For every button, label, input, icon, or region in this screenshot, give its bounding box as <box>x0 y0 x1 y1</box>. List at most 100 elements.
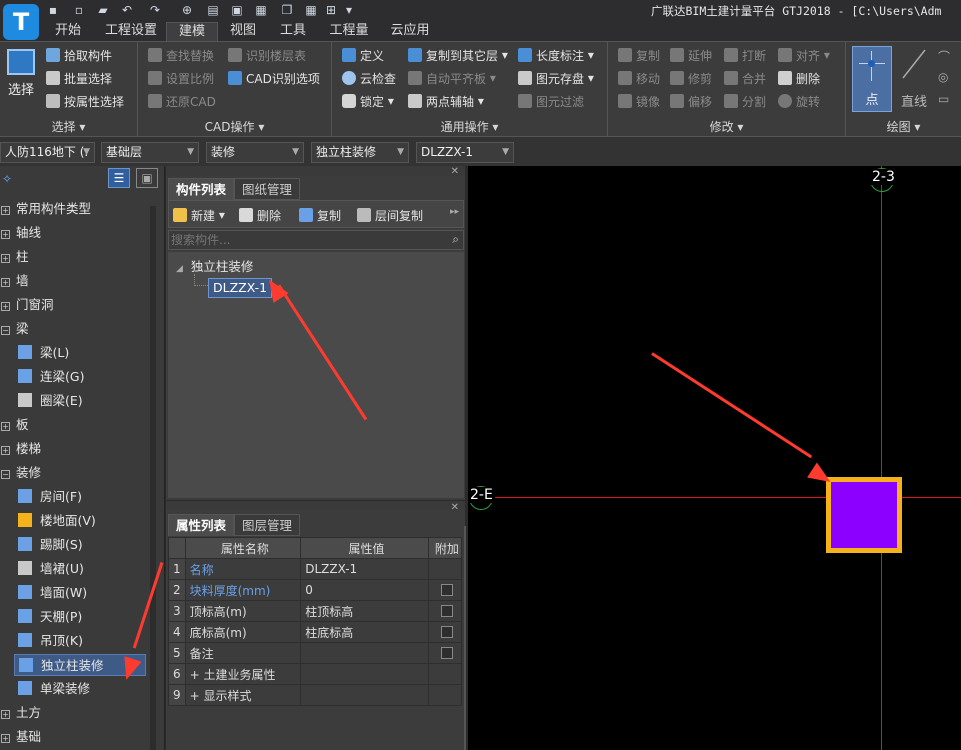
axis-line-vertical[interactable] <box>881 166 882 750</box>
save-icon[interactable]: ▪ <box>44 2 62 18</box>
extra-checkbox[interactable] <box>440 605 453 617</box>
tree-group[interactable]: + 土方 <box>0 702 150 724</box>
split-button[interactable]: 分割 <box>724 92 766 110</box>
tab-start[interactable]: 开始 <box>44 22 92 41</box>
customize-icon[interactable]: ▾ <box>340 2 358 18</box>
tree-item[interactable]: 墙裙(U) <box>14 558 150 580</box>
tab-layer-management[interactable]: 图层管理 <box>234 514 300 536</box>
property-row[interactable]: 1 名称 DLZZX-1 <box>168 558 463 580</box>
cad-recognition-options-button[interactable]: CAD识别选项 <box>228 69 320 87</box>
cad-icon[interactable]: ▣ <box>228 2 246 18</box>
grid-icon[interactable]: ▦ <box>252 2 270 18</box>
group-label-cad[interactable]: CAD操作 ▾ <box>138 118 331 135</box>
collapse-icon[interactable]: − <box>1 470 10 479</box>
draw-point-button[interactable]: 点 <box>852 46 892 112</box>
tab-property-list[interactable]: 属性列表 <box>168 514 234 536</box>
tree-group[interactable]: − 梁 <box>0 318 150 340</box>
new-component-button[interactable]: 新建 ▾ <box>173 206 225 224</box>
list-view-icon[interactable]: ☰ <box>108 168 130 188</box>
undo-icon[interactable]: ↶ <box>118 2 136 18</box>
offset-button[interactable]: 偏移 <box>670 92 712 110</box>
tree-group[interactable]: + 门窗洞 <box>0 294 150 316</box>
draw-line-button[interactable]: 直线 <box>896 46 932 112</box>
property-row[interactable]: 4 底标高(m) 柱底标高 <box>168 621 463 643</box>
cloud-check-button[interactable]: 云检查 <box>342 69 396 87</box>
tree-group[interactable]: + 楼梯 <box>0 438 150 460</box>
define-button[interactable]: 定义 <box>342 46 384 64</box>
collapse-icon[interactable]: − <box>1 326 10 335</box>
delete-button[interactable]: 删除 <box>778 69 820 87</box>
extra-checkbox[interactable] <box>440 626 453 638</box>
batch-select-button[interactable]: 批量选择 <box>46 69 112 87</box>
property-value[interactable]: 0 <box>300 579 429 601</box>
tab-view[interactable]: 视图 <box>222 22 264 41</box>
layer-icon[interactable]: ▤ <box>204 2 222 18</box>
polyline-icon[interactable]: ▭ <box>938 92 954 108</box>
pick-component-button[interactable]: 拾取构件 <box>46 46 112 64</box>
property-row[interactable]: 3 顶标高(m) 柱顶标高 <box>168 600 463 622</box>
recognize-floor-table-button[interactable]: 识别楼层表 <box>228 46 306 64</box>
pin-icon[interactable]: ✧ <box>2 172 12 186</box>
type-select[interactable]: 独立柱装修 ▼ <box>311 142 409 163</box>
tree-group[interactable]: + 墙 <box>0 270 150 292</box>
length-dimension-button[interactable]: 长度标注 ▾ <box>518 46 594 64</box>
restore-cad-button[interactable]: 还原CAD <box>148 92 216 110</box>
tree-item[interactable]: 梁(L) <box>14 342 150 364</box>
property-value[interactable] <box>300 642 429 664</box>
component-select[interactable]: DLZZX-1 ▼ <box>416 142 514 163</box>
tab-tools[interactable]: 工具 <box>272 22 314 41</box>
set-scale-button[interactable]: 设置比例 <box>148 69 214 87</box>
select-by-property-button[interactable]: 按属性选择 <box>46 92 124 110</box>
table-icon[interactable]: ▦ <box>302 2 320 18</box>
copy-button[interactable]: 复制 <box>618 46 660 64</box>
tree-view-icon[interactable]: ▣ <box>136 168 158 188</box>
component-tree-parent[interactable]: ◢ 独立柱装修 <box>176 256 253 275</box>
expand-icon[interactable]: + <box>1 446 10 455</box>
select-button[interactable]: 选择 <box>4 46 38 98</box>
tree-item[interactable]: 连梁(G) <box>14 366 150 388</box>
arc-icon[interactable]: ⌒ <box>938 48 954 64</box>
redo-icon[interactable]: ↷ <box>146 2 164 18</box>
expand-icon[interactable]: + <box>1 230 10 239</box>
group-label-select[interactable]: 选择 ▾ <box>0 118 137 135</box>
property-value[interactable]: 柱顶标高 <box>300 600 429 622</box>
property-value[interactable] <box>300 663 429 685</box>
extra-checkbox[interactable] <box>440 584 453 596</box>
property-row[interactable]: 9 + 显示样式 <box>168 684 463 706</box>
tab-drawing-management[interactable]: 图纸管理 <box>234 178 300 200</box>
tree-item[interactable]: 天棚(P) <box>14 606 150 628</box>
property-row[interactable]: 2 块料厚度(mm) 0 <box>168 579 463 601</box>
copy-icon[interactable]: ❐ <box>278 2 296 18</box>
tab-cloud[interactable]: 云应用 <box>386 22 434 41</box>
open-folder-icon[interactable]: ▰ <box>94 2 112 18</box>
tree-item[interactable]: 房间(F) <box>14 486 150 508</box>
drawing-canvas[interactable]: 2-3 2-E <box>468 166 961 750</box>
floor-select[interactable]: 人防116地下 (. ▼ <box>0 142 95 163</box>
property-value[interactable] <box>300 684 429 706</box>
expand-icon[interactable]: + <box>1 206 10 215</box>
copy-to-other-floor-button[interactable]: 复制到其它层 ▾ <box>408 46 508 64</box>
floor-copy-button[interactable]: 层间复制 <box>357 206 423 224</box>
align-button[interactable]: 对齐 ▾ <box>778 46 830 64</box>
lock-button[interactable]: 锁定 ▾ <box>342 92 394 110</box>
tab-quantity[interactable]: 工程量 <box>324 22 374 41</box>
rotate-button[interactable]: 旋转 <box>778 92 820 110</box>
more-icon[interactable]: ▸▸ <box>450 207 459 217</box>
circle-icon[interactable]: ◎ <box>938 70 954 86</box>
tree-item[interactable]: 吊顶(K) <box>14 630 150 652</box>
expand-icon[interactable]: + <box>1 254 10 263</box>
close-icon[interactable]: ✕ <box>451 166 459 177</box>
trim-button[interactable]: 修剪 <box>670 69 712 87</box>
close-icon[interactable]: ✕ <box>451 502 459 513</box>
move-button[interactable]: 移动 <box>618 69 660 87</box>
tab-component-list[interactable]: 构件列表 <box>168 178 234 200</box>
save-element-button[interactable]: 图元存盘 ▾ <box>518 69 594 87</box>
tree-item[interactable]: 墙面(W) <box>14 582 150 604</box>
layer-select[interactable]: 基础层 ▼ <box>101 142 199 163</box>
component-tree-item-selected[interactable]: DLZZX-1 <box>208 278 273 298</box>
tab-modeling[interactable]: 建模 <box>166 22 218 41</box>
group-label-modify[interactable]: 修改 ▾ <box>608 118 845 135</box>
expand-icon[interactable]: + <box>1 422 10 431</box>
tree-group[interactable]: + 常用构件类型 <box>0 198 150 220</box>
tree-item[interactable]: 楼地面(V) <box>14 510 150 532</box>
